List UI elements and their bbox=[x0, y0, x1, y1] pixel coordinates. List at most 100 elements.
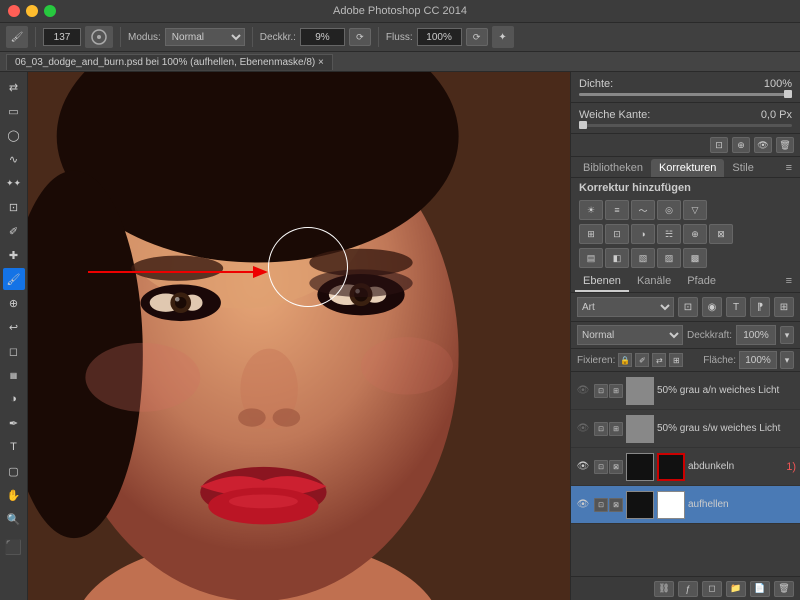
minimize-button[interactable] bbox=[26, 5, 38, 17]
korr-icon-hue[interactable]: ⊞ bbox=[579, 224, 603, 244]
layer-visibility-toggle[interactable]: 👁 bbox=[575, 497, 591, 513]
tab-korrekturen[interactable]: Korrekturen bbox=[651, 159, 724, 177]
magic-wand-tool[interactable]: ✦✦ bbox=[3, 172, 25, 194]
heal-tool[interactable]: ✚ bbox=[3, 244, 25, 266]
maximize-button[interactable] bbox=[44, 5, 56, 17]
korr-icon-blackwhite[interactable]: ◑ bbox=[631, 224, 655, 244]
korr-icon-invert[interactable]: ▤ bbox=[579, 248, 603, 268]
layer-visibility-toggle[interactable]: 👁 bbox=[575, 459, 591, 475]
deckr-toggle[interactable]: ⟳ bbox=[349, 28, 371, 46]
ebenen-art-select[interactable]: Art bbox=[577, 297, 674, 317]
document-tab[interactable]: 06_03_dodge_and_burn.psd bei 100% (aufhe… bbox=[6, 54, 333, 70]
layer-visibility-toggle[interactable]: 👁 bbox=[575, 383, 591, 399]
korr-icon-gradientmap[interactable]: ▨ bbox=[657, 248, 681, 268]
toolbar-sep-1 bbox=[35, 27, 36, 47]
panel-action-icon-1[interactable]: ⊡ bbox=[710, 137, 728, 153]
ebenen-btn-3[interactable]: T bbox=[726, 297, 746, 317]
new-layer-btn[interactable]: 📄 bbox=[750, 581, 770, 597]
brush-circle bbox=[268, 227, 348, 307]
right-panel: Dichte: 100% Weiche Kante: 0,0 Px ⊡ ⊕ 👁 bbox=[570, 72, 800, 600]
history-brush-tool[interactable]: ↩ bbox=[3, 316, 25, 338]
brush-preset-icon[interactable] bbox=[85, 26, 113, 48]
panel-action-icon-4[interactable]: 🗑 bbox=[776, 137, 794, 153]
korr-icon-brightness[interactable]: ☀ bbox=[579, 200, 603, 220]
weiche-kante-slider[interactable] bbox=[579, 124, 792, 127]
zoom-tool[interactable]: 🔍 bbox=[3, 508, 25, 530]
shape-tool[interactable]: ▢ bbox=[3, 460, 25, 482]
eraser-tool[interactable]: ◻ bbox=[3, 340, 25, 362]
move-tool[interactable]: ⇄ bbox=[3, 76, 25, 98]
deckr-input[interactable]: 9% bbox=[300, 28, 345, 46]
deckkraft-input[interactable]: 100% bbox=[736, 325, 776, 345]
close-button[interactable] bbox=[8, 5, 20, 17]
dodge-tool[interactable]: ◑ bbox=[3, 388, 25, 410]
link-layer-btn[interactable]: ⛓ bbox=[654, 581, 674, 597]
tab-ebenen[interactable]: Ebenen bbox=[575, 272, 629, 292]
panel-action-icon-2[interactable]: ⊕ bbox=[732, 137, 750, 153]
fg-bg-colors[interactable]: ⬛ bbox=[3, 536, 25, 558]
delete-layer-btn[interactable]: 🗑 bbox=[774, 581, 794, 597]
tab-pfade[interactable]: Pfade bbox=[679, 272, 724, 292]
korr-icon-photofilter[interactable]: ☵ bbox=[657, 224, 681, 244]
layer-row[interactable]: 👁 ⊡ ⊠ abdunkeln 1) bbox=[571, 448, 800, 486]
korr-icon-curves[interactable]: 〜 bbox=[631, 200, 655, 220]
crop-tool[interactable]: ⊡ bbox=[3, 196, 25, 218]
fluss-toggle[interactable]: ⟳ bbox=[466, 28, 488, 46]
tab-kanaele[interactable]: Kanäle bbox=[629, 272, 679, 292]
flaeche-dropdown[interactable]: ▾ bbox=[780, 351, 794, 369]
korr-icon-colorbalance[interactable]: ⊡ bbox=[605, 224, 629, 244]
tab-stile[interactable]: Stile bbox=[724, 159, 761, 177]
layer-row[interactable]: 👁 ⊡ ⊞ 50% grau a/n weiches Licht bbox=[571, 372, 800, 410]
clone-tool[interactable]: ⊕ bbox=[3, 292, 25, 314]
layer-row[interactable]: 👁 ⊡ ⊠ aufhellen bbox=[571, 486, 800, 524]
airbrush-icon[interactable]: ✦ bbox=[492, 26, 514, 48]
tab-bibliotheken[interactable]: Bibliotheken bbox=[575, 159, 651, 177]
hand-tool[interactable]: ✋ bbox=[3, 484, 25, 506]
dichte-slider[interactable] bbox=[579, 93, 792, 96]
ebenen-btn-1[interactable]: ⊡ bbox=[678, 297, 698, 317]
fix-icon-all[interactable]: ⊞ bbox=[669, 353, 683, 367]
brush-tool[interactable]: 🖌 bbox=[3, 268, 25, 290]
ebenen-btn-5[interactable]: ⊞ bbox=[774, 297, 794, 317]
panel-action-icon-3[interactable]: 👁 bbox=[754, 137, 772, 153]
pen-tool[interactable]: ✒ bbox=[3, 412, 25, 434]
panel-collapse-btn[interactable]: ≡ bbox=[782, 159, 796, 177]
ebenen-btn-4[interactable]: ⁋ bbox=[750, 297, 770, 317]
blend-mode-select[interactable]: Normal bbox=[577, 325, 683, 345]
korr-icon-posterize[interactable]: ◧ bbox=[605, 248, 629, 268]
text-tool[interactable]: T bbox=[3, 436, 25, 458]
layer-thumbnail bbox=[626, 453, 654, 481]
add-mask-btn[interactable]: ◻ bbox=[702, 581, 722, 597]
layer-visibility-toggle[interactable]: 👁 bbox=[575, 421, 591, 437]
dichte-row: Dichte: 100% bbox=[579, 78, 792, 90]
fluss-input[interactable]: 100% bbox=[417, 28, 462, 46]
weiche-kante-row: Weiche Kante: 0,0 Px bbox=[579, 109, 792, 121]
korr-icon-channelmixer[interactable]: ⊕ bbox=[683, 224, 707, 244]
select-ellipse-tool[interactable]: ◯ bbox=[3, 124, 25, 146]
new-group-btn[interactable]: 📁 bbox=[726, 581, 746, 597]
flaeche-input[interactable]: 100% bbox=[739, 351, 777, 369]
ebenen-collapse-btn[interactable]: ≡ bbox=[782, 272, 796, 292]
canvas-area[interactable] bbox=[28, 72, 570, 600]
modus-select[interactable]: Normal Multiplizieren bbox=[165, 28, 245, 46]
lasso-tool[interactable]: ∿ bbox=[3, 148, 25, 170]
korr-icon-vibrance[interactable]: ▽ bbox=[683, 200, 707, 220]
ebenen-btn-2[interactable]: ◉ bbox=[702, 297, 722, 317]
korr-icon-selective[interactable]: ▩ bbox=[683, 248, 707, 268]
deckkraft-dropdown[interactable]: ▾ bbox=[780, 326, 794, 344]
layer-row[interactable]: 👁 ⊡ ⊞ 50% grau s/w weiches Licht bbox=[571, 410, 800, 448]
korr-icon-levels[interactable]: ≡ bbox=[605, 200, 629, 220]
layer-mask-icon: ⊞ bbox=[609, 422, 623, 436]
select-rect-tool[interactable]: ▭ bbox=[3, 100, 25, 122]
add-style-btn[interactable]: ƒ bbox=[678, 581, 698, 597]
fix-icon-lock[interactable]: 🔒 bbox=[618, 353, 632, 367]
fix-icon-move[interactable]: ⇄ bbox=[652, 353, 666, 367]
eyedropper-tool[interactable]: ✐ bbox=[3, 220, 25, 242]
korr-icon-colorlookup[interactable]: ⊠ bbox=[709, 224, 733, 244]
portrait-svg bbox=[28, 72, 570, 600]
gradient-tool[interactable]: ▦ bbox=[3, 364, 25, 386]
brush-size-input[interactable]: 137 bbox=[43, 28, 81, 46]
korr-icon-threshold[interactable]: ▧ bbox=[631, 248, 655, 268]
korr-icon-exposure[interactable]: ◎ bbox=[657, 200, 681, 220]
fix-icon-brush[interactable]: ✐ bbox=[635, 353, 649, 367]
